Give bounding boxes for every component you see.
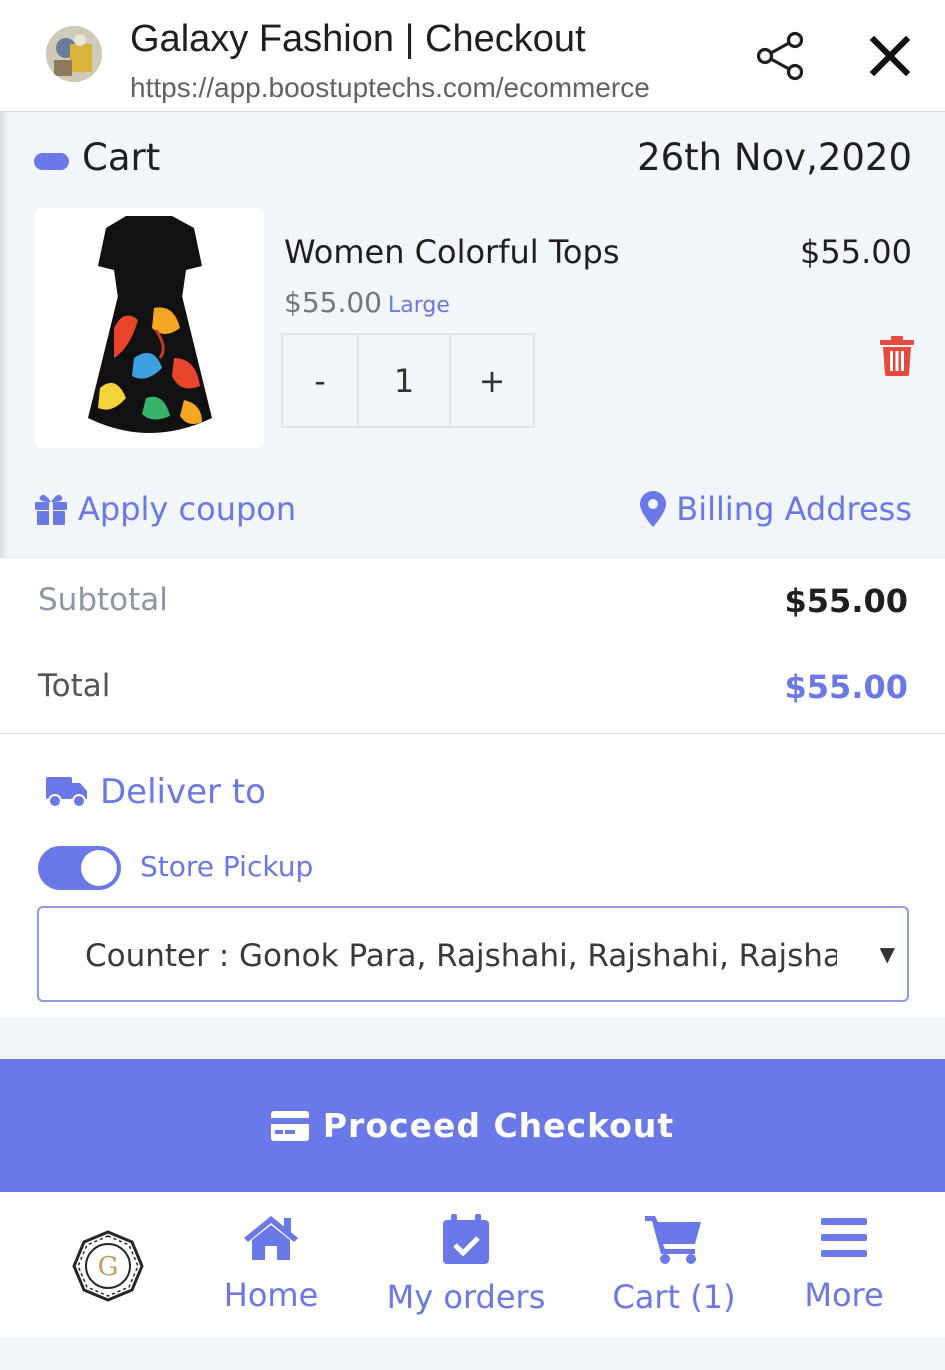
close-icon[interactable] [866,32,914,80]
page-title: Galaxy Fashion | Checkout [130,18,586,60]
nav-home[interactable]: Home [222,1214,320,1314]
quantity-stepper: - 1 + [281,333,535,428]
apply-coupon-link[interactable]: Apply coupon [34,490,296,528]
nav-my-orders-label: My orders [386,1278,546,1316]
trash-icon[interactable] [880,336,914,376]
product-unit-price: $55.00 [284,286,382,319]
nav-home-label: Home [223,1276,319,1314]
total-label: Total [38,668,111,704]
cart-heading: Cart [82,136,161,179]
deliver-to-label: Deliver to [100,772,266,812]
bottom-navigation: G Home My orders Cart (1) More [0,1192,945,1337]
apply-coupon-label: Apply coupon [78,490,297,528]
svg-text:G: G [98,1252,119,1282]
proceed-checkout-button[interactable]: Proceed Checkout [0,1059,945,1192]
dropdown-arrow-icon: ▼ [879,942,895,966]
product-size: Large [387,293,450,318]
quantity-decrease-button[interactable]: - [283,335,359,426]
truck-icon [46,777,87,808]
quantity-increase-button[interactable]: + [451,335,533,426]
shopping-cart-icon [645,1216,701,1264]
order-summary: Subtotal $55.00 Total $55.00 [0,557,945,734]
pickup-counter-value: Counter : Gonok Para, Rajshahi, Rajshahi… [85,938,837,974]
nav-more-label: More [804,1276,884,1314]
site-favicon [46,26,102,82]
browser-header: Galaxy Fashion | Checkout https://app.bo… [0,0,945,112]
nav-cart[interactable]: Cart (1) [612,1214,736,1316]
cart-date: 26th Nov,2020 [637,136,912,179]
map-pin-icon [640,491,667,527]
quantity-value[interactable]: 1 [359,335,451,426]
toggle-knob [81,850,117,886]
store-pickup-label: Store Pickup [140,850,314,883]
subtotal-label: Subtotal [38,582,168,618]
subtotal-value: $55.00 [784,582,908,620]
deliver-to-heading: Deliver to [46,772,266,812]
pickup-counter-select[interactable]: Counter : Gonok Para, Rajshahi, Rajshahi… [37,906,909,1002]
product-line-total: $55.00 [800,233,912,271]
delivery-section: Deliver to Store Pickup Counter : Gonok … [0,734,945,1017]
proceed-checkout-label: Proceed Checkout [322,1106,675,1145]
billing-address-link[interactable]: Billing Address [640,490,912,528]
home-icon [244,1216,298,1260]
nav-cart-label: Cart (1) [612,1278,736,1316]
total-value: $55.00 [784,668,908,706]
billing-address-label: Billing Address [676,490,912,528]
credit-card-icon [270,1110,309,1141]
nav-more[interactable]: More [802,1214,886,1314]
product-price-row: $55.00 Large [284,286,450,319]
product-image[interactable] [34,208,264,448]
calendar-check-icon [443,1214,489,1264]
gift-icon [35,494,67,525]
product-name: Women Colorful Tops [284,233,620,271]
store-pickup-toggle[interactable] [38,846,121,890]
page-url: https://app.boostuptechs.com/ecommerce [130,72,650,103]
menu-icon [821,1218,867,1257]
share-icon[interactable] [752,28,808,84]
cart-indicator-icon [34,153,69,170]
nav-my-orders[interactable]: My orders [386,1214,546,1316]
store-logo[interactable]: G [72,1230,144,1302]
